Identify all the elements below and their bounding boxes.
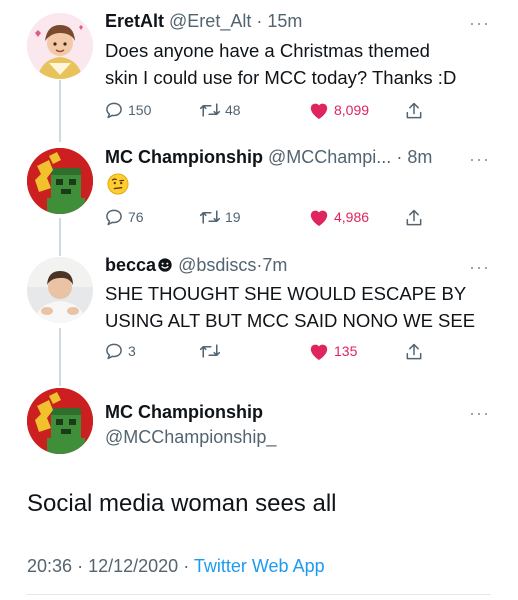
raised-eyebrow-emoji-icon [107,173,129,195]
retweet-icon [199,103,221,117]
thread-line [59,328,61,386]
tweet-text-line: USING ALT BUT MCC SAID NONO WE SEE [105,310,476,331]
main-tweet-author: MC Championship @MCChampionship_ [105,401,276,448]
more-options-icon[interactable]: ··· [469,258,490,276]
display-name[interactable]: becca [105,255,156,275]
avatar-mc-championship[interactable] [27,388,93,454]
thread-line [59,218,61,256]
avatar-eretalt[interactable] [27,13,93,79]
handle[interactable]: @bsdiscs [178,255,256,275]
avatar-mc-championship[interactable] [27,148,93,214]
like-button[interactable]: 8,099 [308,100,369,120]
heart-filled-icon [310,344,328,361]
tweet-text-line: Does anyone have a Christmas themed [105,40,430,61]
retweet-button[interactable] [199,341,225,361]
retweet-count: 19 [225,209,241,225]
retweet-icon [199,344,221,358]
heart-filled-icon [310,210,328,227]
separator-dot: · [183,556,190,576]
handle[interactable]: @MCChampionship_ [105,426,276,448]
divider [27,594,491,595]
tweet-metadata: 20:36 · 12/12/2020 · Twitter Web App [27,556,325,577]
timestamp[interactable]: 8m [407,147,432,167]
retweet-icon [199,210,221,224]
tweet-text-line: SHE THOUGHT SHE WOULD ESCAPE BY [105,283,467,304]
mcc-logo-avatar [27,148,93,214]
handle[interactable]: @Eret_Alt [169,11,251,31]
timestamp[interactable]: 15m [267,11,302,31]
separator-dot: · [77,556,84,576]
more-options-icon[interactable]: ··· [469,150,490,168]
separator-dot: · [256,11,263,31]
avatar-illustration [27,13,93,79]
tweet-time[interactable]: 20:36 [27,556,72,576]
share-button[interactable] [404,341,424,363]
display-name[interactable]: EretAlt [105,11,164,31]
reply-count: 150 [128,102,152,118]
tweet-header: MC Championship @MCChampi... · 8m [105,146,432,168]
avatar-photo [27,257,93,323]
reply-count: 76 [128,209,144,225]
reply-icon [106,343,122,360]
share-icon [406,343,422,360]
tweet-source-link[interactable]: Twitter Web App [194,556,325,576]
timestamp[interactable]: 7m [262,255,287,275]
more-options-icon[interactable]: ··· [469,404,490,422]
separator-dot: · [396,147,403,167]
share-icon [406,209,422,226]
retweet-count: 48 [225,102,241,118]
tweet-header: becca @bsdiscs·7m [105,254,287,276]
reply-button[interactable]: 3 [104,341,136,361]
share-button[interactable] [404,100,424,122]
display-name[interactable]: MC Championship [105,147,263,167]
avatar-becca[interactable] [27,257,93,323]
reply-count: 3 [128,343,136,359]
like-count: 4,986 [334,209,370,225]
like-count: 135 [334,343,358,359]
tweet-actions: 76 19 4,986 [104,207,444,231]
retweet-button[interactable]: 48 [199,100,241,120]
more-options-icon[interactable]: ··· [469,14,490,32]
like-count: 8,099 [334,102,370,118]
tweet-date[interactable]: 12/12/2020 [88,556,178,576]
share-button[interactable] [404,207,424,229]
tweet-text: SHE THOUGHT SHE WOULD ESCAPE BY USING AL… [105,280,505,334]
reply-icon [106,209,122,226]
reply-button[interactable]: 150 [104,100,151,120]
tweet-actions: 3 135 [104,341,444,365]
main-tweet-text: Social media woman sees all [27,490,337,517]
tweet-header: EretAlt @Eret_Alt · 15m [105,10,302,32]
share-icon [406,102,422,119]
display-name[interactable]: MC Championship [105,401,276,423]
tweet-text-line: skin I could use for MCC today? Thanks :… [105,67,457,88]
tweet-actions: 150 48 8,099 [104,100,444,124]
like-button[interactable]: 4,986 [308,207,369,227]
retweet-button[interactable]: 19 [199,207,241,227]
handle[interactable]: @MCChampi... [268,147,391,167]
heart-filled-icon [310,103,328,120]
like-button[interactable]: 135 [308,341,357,361]
smiley-face-icon [158,258,172,272]
mcc-logo-avatar [27,388,93,454]
reply-button[interactable]: 76 [104,207,144,227]
tweet-text: Does anyone have a Christmas themed skin… [105,37,505,91]
thread-line [59,80,61,142]
reply-icon [106,102,122,119]
